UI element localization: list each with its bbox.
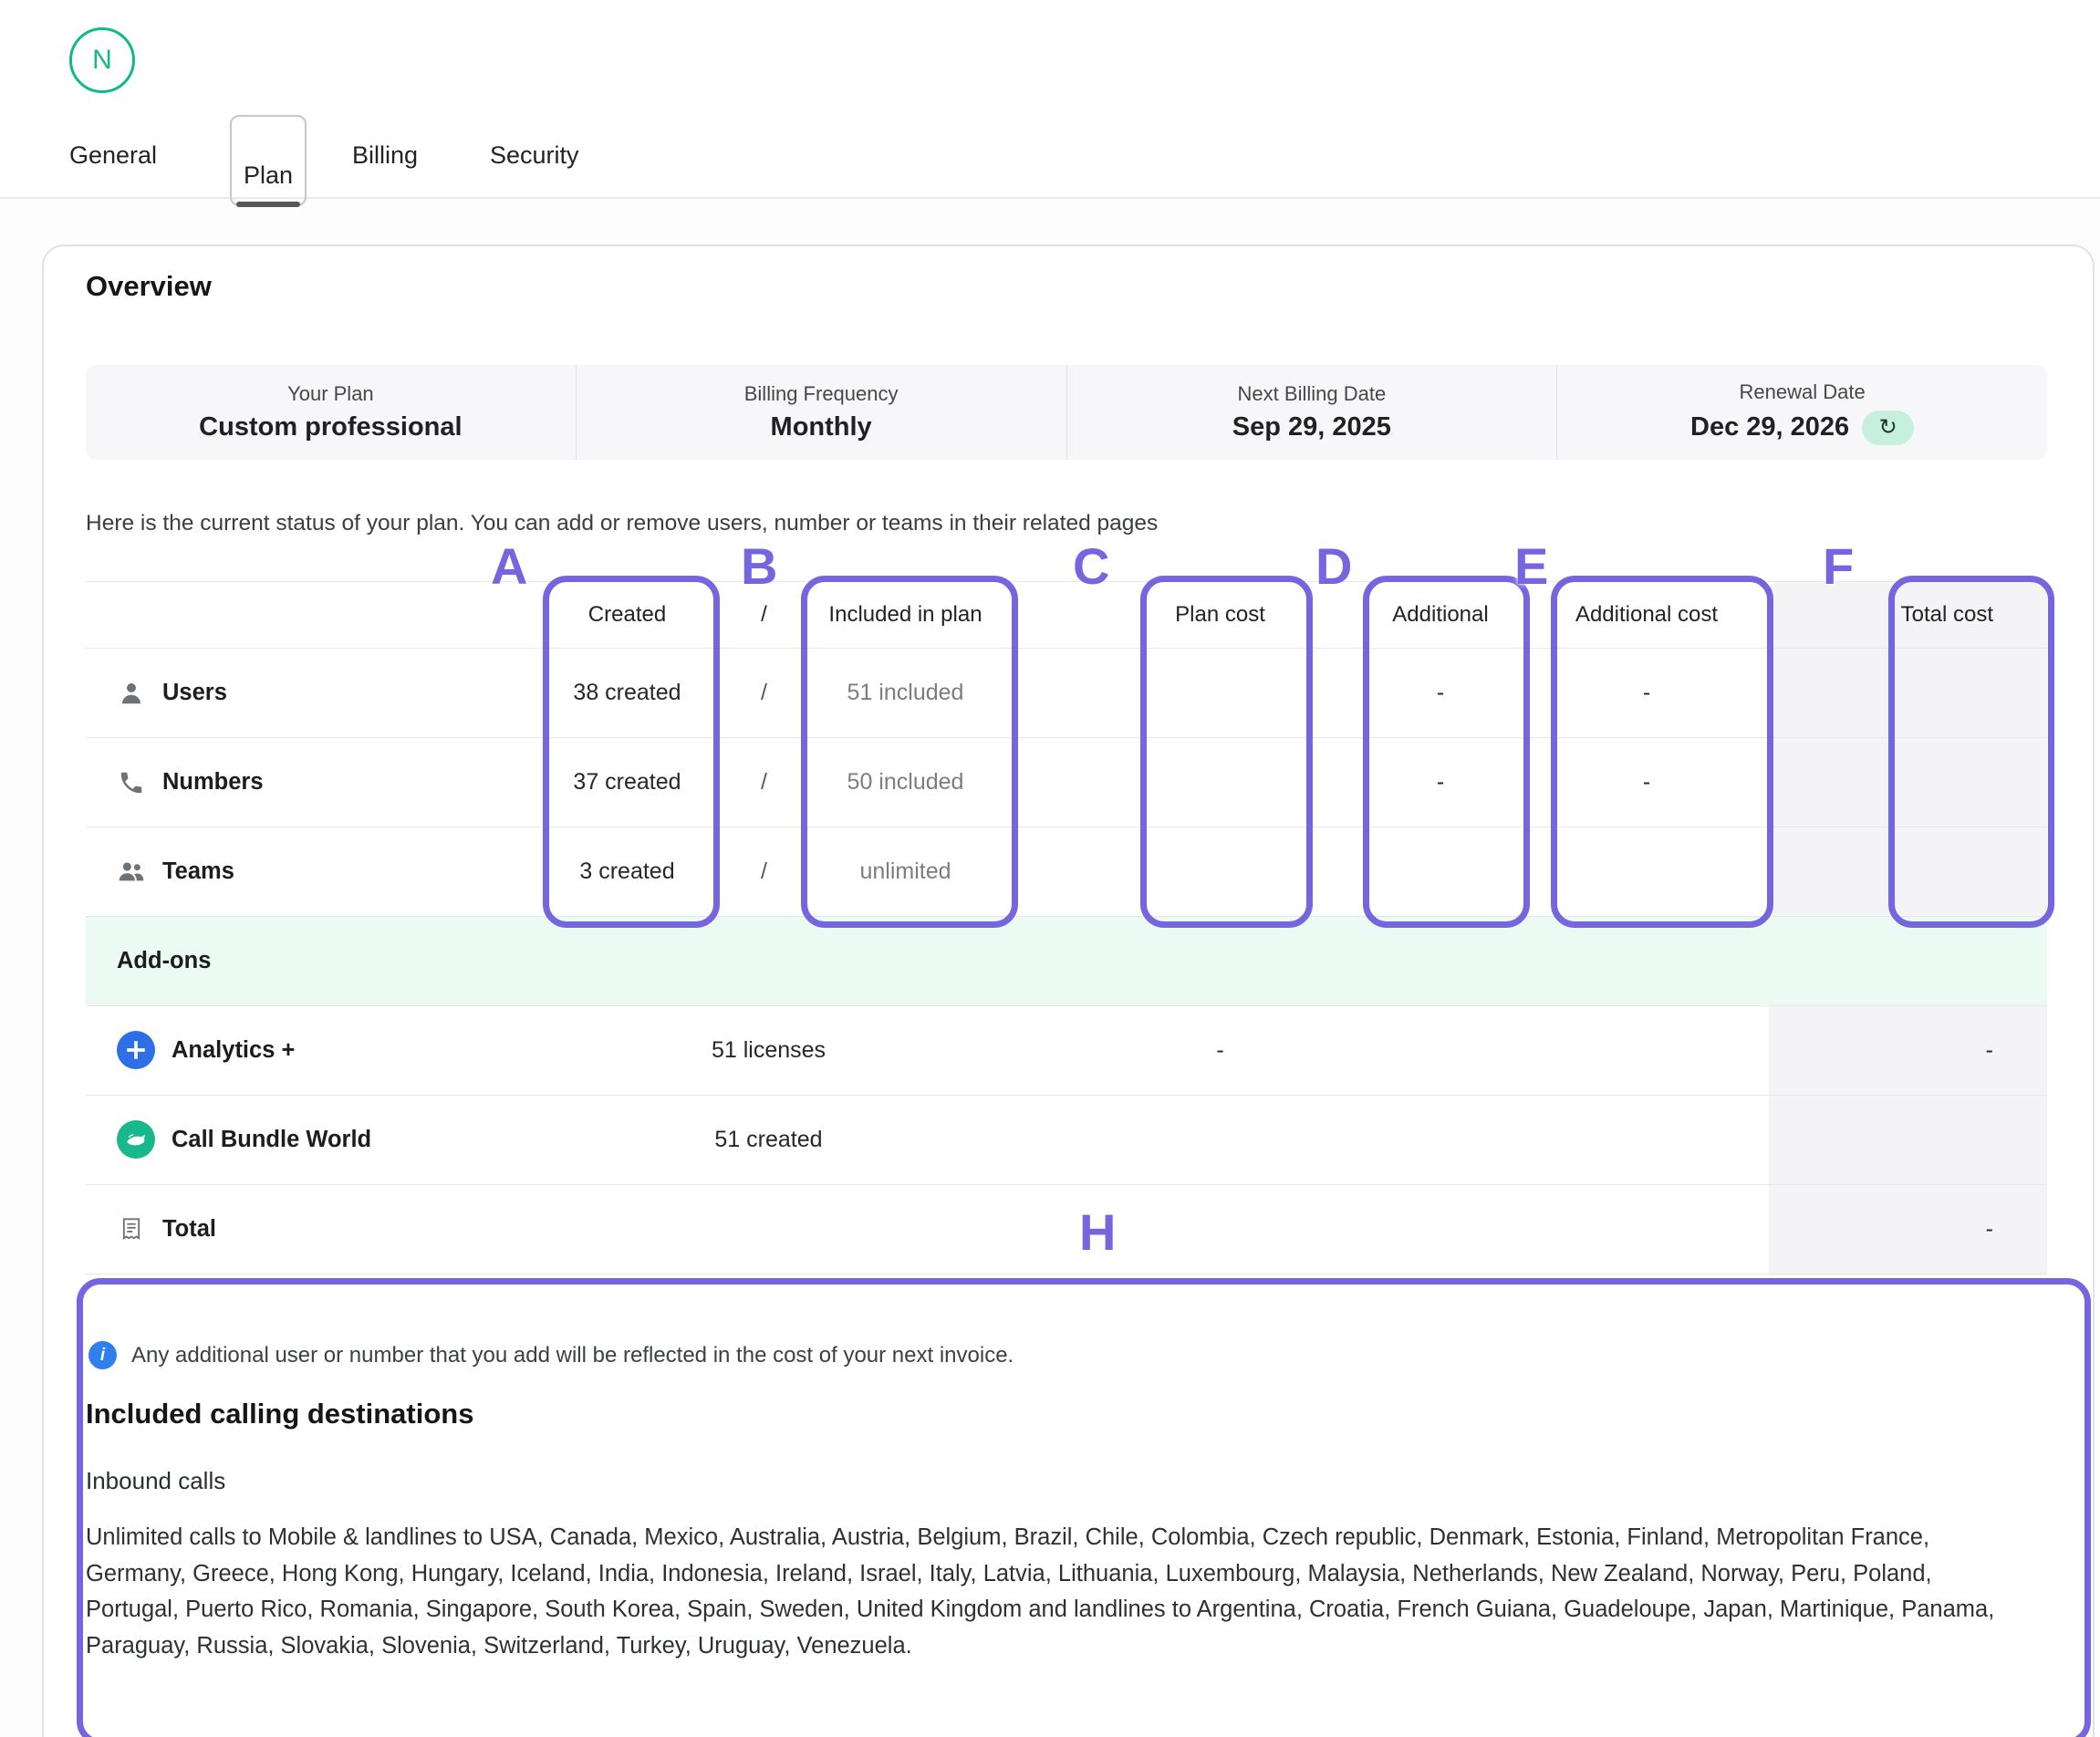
header-plan-cost: Plan cost [1058, 582, 1382, 648]
row-label: Teams [162, 858, 234, 885]
overview-title: Overview [86, 270, 212, 303]
tab-plan[interactable]: Plan [230, 115, 307, 206]
workspace-logo: N [69, 27, 135, 93]
users-additional-cost: - [1542, 649, 1752, 737]
plan-settings-page: N General Plan Billing Security Overview… [0, 0, 2100, 1737]
info-icon: i [88, 1341, 117, 1369]
addons-section-row: Add-ons [86, 917, 2047, 1004]
teams-created: 3 created [515, 827, 739, 916]
header-created: Created [515, 582, 739, 648]
inbound-calls-subtitle: Inbound calls [86, 1467, 225, 1495]
numbers-additional-cost: - [1542, 738, 1752, 827]
addons-header: Add-ons [86, 917, 211, 1004]
destinations-text: Unlimited calls to Mobile & landlines to… [86, 1520, 2031, 1664]
stat-your-plan: Your Plan Custom professional [86, 365, 576, 460]
whale-icon [117, 1120, 155, 1159]
users-additional: - [1363, 649, 1518, 737]
plan-summary-strip: Your Plan Custom professional Billing Fr… [86, 365, 2047, 460]
active-tab-indicator [236, 202, 300, 207]
header-slash: / [739, 582, 789, 648]
stat-label: Billing Frequency [744, 382, 899, 406]
tab-general[interactable]: General [69, 137, 157, 173]
row-label: Numbers [162, 769, 264, 796]
header-included-in-plan: Included in plan [789, 582, 1022, 648]
team-icon [117, 858, 146, 887]
numbers-created: 37 created [515, 738, 739, 827]
row-label: Users [162, 680, 227, 706]
phone-icon [117, 768, 146, 797]
analytics-plus-icon [117, 1031, 155, 1069]
analytics-plan-cost: - [1058, 1006, 1382, 1094]
stat-value: Sep 29, 2025 [1232, 412, 1391, 442]
tab-billing[interactable]: Billing [352, 137, 418, 173]
logo-letter: N [92, 45, 112, 76]
users-created: 38 created [515, 649, 739, 737]
tab-plan-label: Plan [232, 161, 305, 190]
teams-slash: / [739, 827, 789, 916]
users-included: 51 included [789, 649, 1022, 737]
numbers-included: 50 included [789, 738, 1022, 827]
stat-label: Next Billing Date [1238, 382, 1387, 406]
stat-billing-frequency: Billing Frequency Monthly [576, 365, 1066, 460]
users-slash: / [739, 649, 789, 737]
numbers-additional: - [1363, 738, 1518, 827]
analytics-count: 51 licenses [515, 1006, 1022, 1094]
table-row-analytics-plus: Analytics + 51 licenses - - [86, 1006, 2047, 1094]
user-icon [117, 679, 146, 708]
numbers-slash: / [739, 738, 789, 827]
table-row-call-bundle-world: Call Bundle World 51 created [86, 1096, 2047, 1183]
teams-included: unlimited [789, 827, 1022, 916]
table-row-users: Users 38 created / 51 included - - [86, 649, 2047, 737]
stat-label: Renewal Date [1740, 380, 1866, 404]
renewal-refresh-badge[interactable]: ↻ [1862, 411, 1914, 445]
additional-cost-notice: i Any additional user or number that you… [88, 1341, 1014, 1369]
table-row-numbers: Numbers 37 created / 50 included - - [86, 738, 2047, 827]
plan-status-description: Here is the current status of your plan.… [86, 511, 1158, 536]
refresh-icon: ↻ [1879, 414, 1897, 441]
stat-value: Custom professional [199, 412, 462, 442]
analytics-total-cost: - [1769, 1006, 2021, 1094]
included-destinations-title: Included calling destinations [86, 1398, 473, 1430]
header-additional-cost: Additional cost [1542, 582, 1752, 648]
top-bar: N General Plan Billing Security [0, 0, 2100, 199]
stat-next-billing-date: Next Billing Date Sep 29, 2025 [1066, 365, 1557, 460]
header-additional: Additional [1363, 582, 1518, 648]
header-total-cost: Total cost [1769, 582, 2021, 648]
total-total-cost: - [1769, 1185, 2021, 1273]
call-bundle-count: 51 created [515, 1096, 1022, 1183]
notice-text: Any additional user or number that you a… [131, 1343, 1014, 1368]
receipt-icon [117, 1214, 146, 1243]
row-label: Call Bundle World [172, 1127, 371, 1153]
stat-value: Dec 29, 2026 [1690, 412, 1849, 442]
tab-security[interactable]: Security [490, 137, 579, 173]
row-label: Total [162, 1216, 216, 1243]
table-row-total: Total - [86, 1185, 2047, 1273]
stat-value: Monthly [771, 412, 872, 442]
table-header-row: Created / Included in plan Plan cost Add… [86, 582, 2047, 648]
stat-label: Your Plan [287, 382, 374, 406]
table-row-teams: Teams 3 created / unlimited [86, 827, 2047, 916]
stat-renewal-date: Renewal Date Dec 29, 2026 ↻ [1556, 365, 2047, 460]
row-label: Analytics + [172, 1037, 295, 1064]
